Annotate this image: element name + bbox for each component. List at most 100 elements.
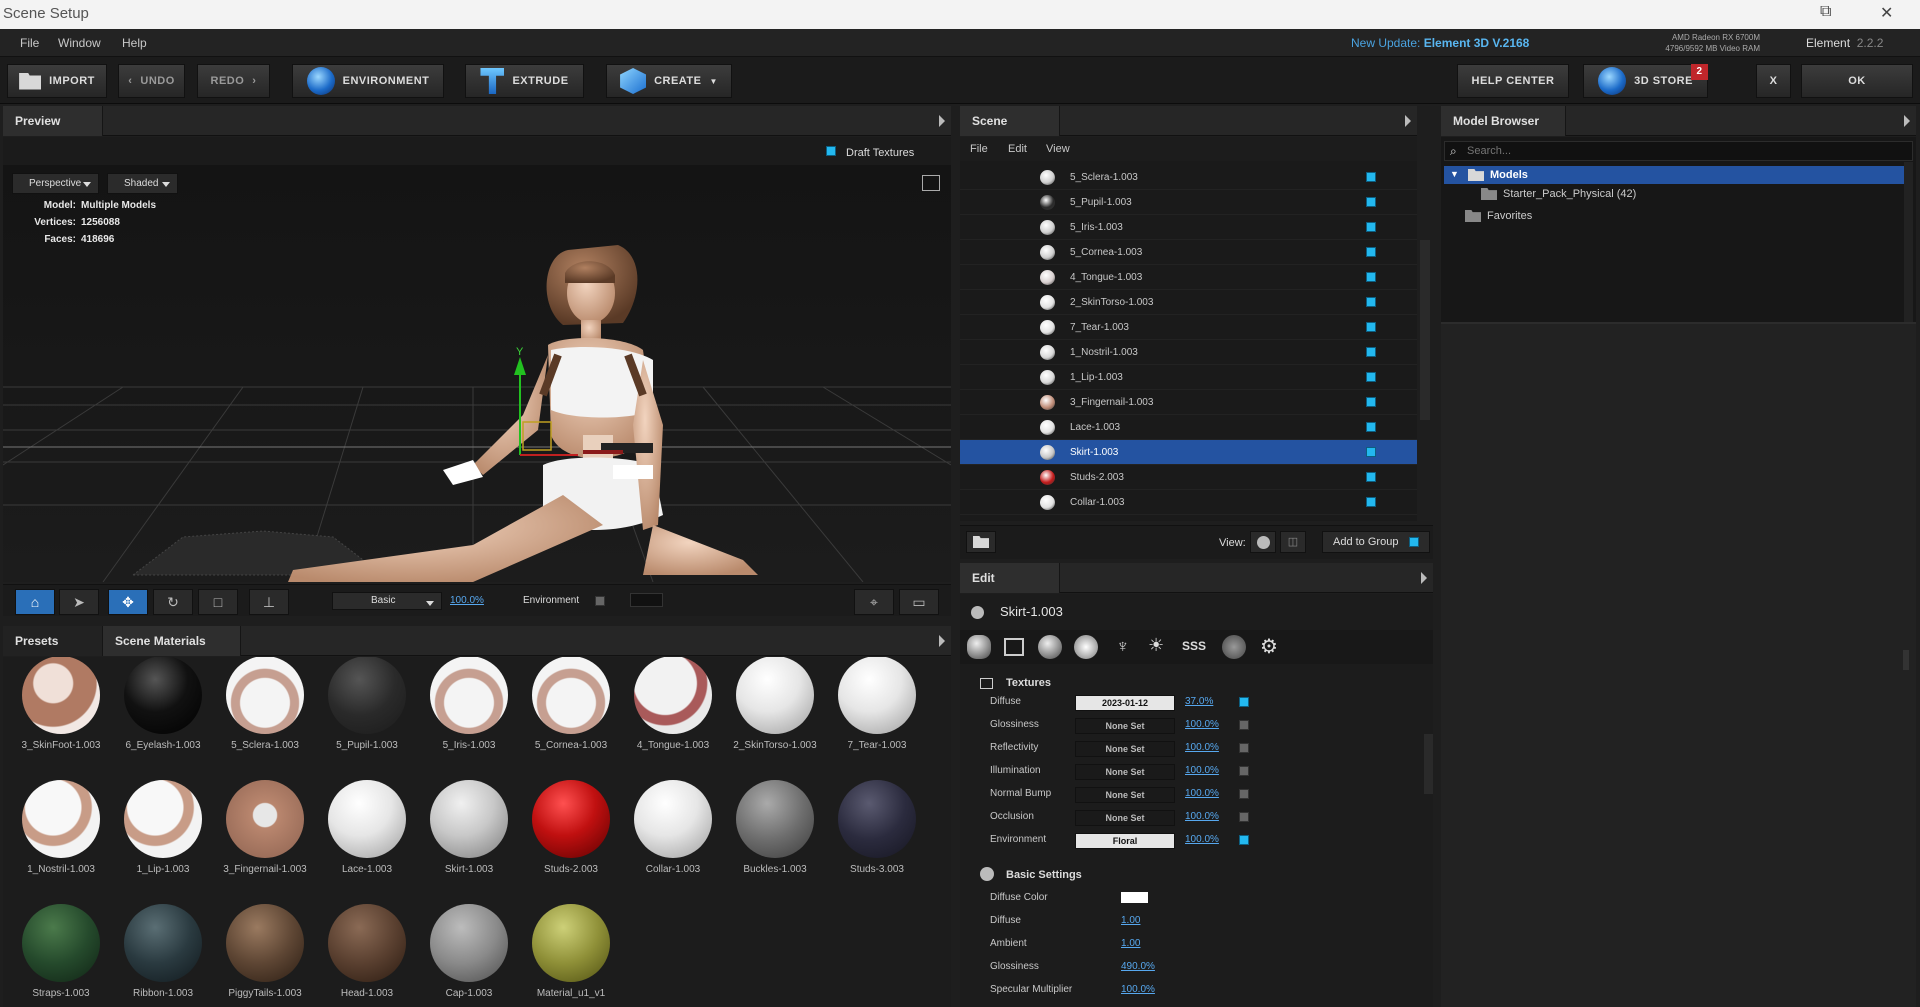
material-item[interactable]: Straps-1.003: [13, 904, 109, 999]
scene-menu-view[interactable]: View: [1046, 143, 1070, 155]
visibility-checkbox[interactable]: [1366, 397, 1376, 407]
draft-textures-checkbox[interactable]: [826, 146, 836, 156]
scene-row[interactable]: 5_Cornea-1.003: [960, 240, 1417, 265]
material-item[interactable]: Ribbon-1.003: [115, 904, 211, 999]
material-item[interactable]: 7_Tear-1.003: [829, 657, 925, 751]
rotate-tool-button[interactable]: ↻: [153, 589, 193, 615]
texture-slot[interactable]: None Set: [1075, 741, 1175, 757]
screen-button[interactable]: ▭: [899, 589, 939, 615]
diffuse-color-swatch[interactable]: [1121, 892, 1148, 903]
texture-enable-checkbox[interactable]: [1239, 743, 1249, 753]
view-sphere-button[interactable]: [1250, 531, 1276, 553]
material-item[interactable]: 1_Lip-1.003: [115, 780, 211, 875]
tab-presets[interactable]: Presets: [3, 626, 103, 656]
visibility-checkbox[interactable]: [1366, 472, 1376, 482]
material-item[interactable]: Collar-1.003: [625, 780, 721, 875]
texture-enable-checkbox[interactable]: [1239, 812, 1249, 822]
texture-percent[interactable]: 100.0%: [1185, 788, 1219, 799]
scene-scrollbar[interactable]: [1420, 240, 1430, 420]
redo-button[interactable]: REDO ›: [197, 64, 270, 98]
visibility-checkbox[interactable]: [1366, 322, 1376, 332]
texture-slot[interactable]: Floral: [1075, 833, 1175, 849]
setting-value[interactable]: 100.0%: [1121, 984, 1155, 995]
environment-button[interactable]: ENVIRONMENT: [292, 64, 444, 98]
material-item[interactable]: Head-1.003: [319, 904, 415, 999]
edit-scrollbar[interactable]: [1424, 734, 1433, 794]
material-item[interactable]: 5_Iris-1.003: [421, 657, 517, 751]
collapse-arrow-icon[interactable]: [939, 115, 945, 127]
scene-collapse-icon[interactable]: [1405, 115, 1411, 127]
material-item[interactable]: 4_Tongue-1.003: [625, 657, 721, 751]
menu-help[interactable]: Help: [122, 36, 147, 50]
scale-tool-button[interactable]: □: [198, 589, 238, 615]
scene-row[interactable]: 7_Tear-1.003: [960, 315, 1417, 340]
material-preview-icon[interactable]: [967, 635, 991, 659]
texture-slot[interactable]: None Set: [1075, 718, 1175, 734]
scene-row[interactable]: 1_Lip-1.003: [960, 365, 1417, 390]
tree-scrollbar[interactable]: [1904, 162, 1913, 322]
scene-row[interactable]: Skirt-1.003: [960, 440, 1417, 465]
visibility-checkbox[interactable]: [1366, 197, 1376, 207]
tree-expand-icon[interactable]: ▼: [1450, 169, 1459, 179]
texture-enable-checkbox[interactable]: [1239, 720, 1249, 730]
material-item[interactable]: Studs-3.003: [829, 780, 925, 875]
close-dialog-button[interactable]: X: [1756, 64, 1791, 98]
axis-tool-button[interactable]: ⊥: [249, 589, 289, 615]
material-item[interactable]: Lace-1.003: [319, 780, 415, 875]
texture-percent[interactable]: 100.0%: [1185, 742, 1219, 753]
visibility-checkbox[interactable]: [1366, 172, 1376, 182]
texture-percent[interactable]: 37.0%: [1185, 696, 1213, 707]
tab-scene-materials[interactable]: Scene Materials: [103, 626, 241, 656]
close-window-button[interactable]: ✕: [1880, 3, 1893, 23]
visibility-checkbox[interactable]: [1366, 297, 1376, 307]
visibility-checkbox[interactable]: [1366, 497, 1376, 507]
tab-model-browser[interactable]: Model Browser: [1441, 106, 1566, 136]
setting-value[interactable]: 1.00: [1121, 915, 1140, 926]
add-to-group-checkbox[interactable]: [1409, 537, 1419, 547]
visibility-checkbox[interactable]: [1366, 447, 1376, 457]
scene-menu-edit[interactable]: Edit: [1008, 143, 1027, 155]
crosshair-button[interactable]: ⌖: [854, 589, 894, 615]
visibility-checkbox[interactable]: [1366, 247, 1376, 257]
import-button[interactable]: IMPORT: [7, 64, 107, 98]
materials-collapse-icon[interactable]: [939, 635, 945, 647]
scene-row[interactable]: Lace-1.003: [960, 415, 1417, 440]
basic-settings-title[interactable]: Basic Settings: [1006, 869, 1082, 881]
tab-preview[interactable]: Preview: [3, 106, 103, 136]
material-item[interactable]: Cap-1.003: [421, 904, 517, 999]
ok-button[interactable]: OK: [1801, 64, 1913, 98]
draft-textures-toggle[interactable]: Draft Textures: [826, 146, 914, 159]
material-item[interactable]: 2_SkinTorso-1.003: [727, 657, 823, 751]
scene-row[interactable]: 1_Nostril-1.003: [960, 340, 1417, 365]
material-item[interactable]: 1_Nostril-1.003: [13, 780, 109, 875]
texture-enable-checkbox[interactable]: [1239, 766, 1249, 776]
scene-row[interactable]: 5_Pupil-1.003: [960, 190, 1417, 215]
material-item[interactable]: 5_Pupil-1.003: [319, 657, 415, 751]
restore-window-button[interactable]: ⧉: [1820, 3, 1831, 21]
environment-swatch[interactable]: [630, 593, 663, 607]
undo-button[interactable]: ‹ UNDO: [118, 64, 185, 98]
viewport[interactable]: Y Perspective Shaded Model: Multiple Mod…: [3, 165, 951, 582]
textures-title[interactable]: Textures: [1006, 677, 1051, 689]
image-icon[interactable]: [1004, 638, 1024, 656]
camera-tool-button[interactable]: ⌂: [15, 589, 55, 615]
help-center-button[interactable]: HELP CENTER: [1457, 64, 1569, 98]
globe-grid-icon[interactable]: [1222, 635, 1246, 659]
reflection-icon[interactable]: [1074, 635, 1098, 659]
create-button[interactable]: CREATE ▼: [606, 64, 732, 98]
texture-slot[interactable]: 2023-01-12: [1075, 695, 1175, 711]
texture-percent[interactable]: 100.0%: [1185, 765, 1219, 776]
search-input[interactable]: [1467, 143, 1897, 159]
select-tool-button[interactable]: ➤: [59, 589, 99, 615]
render-mode-dropdown[interactable]: Basic: [332, 592, 442, 610]
search-box[interactable]: ⌕: [1444, 141, 1913, 161]
material-item[interactable]: Material_u1_v1: [523, 904, 619, 999]
material-item[interactable]: 5_Sclera-1.003: [217, 657, 313, 751]
scene-row[interactable]: Collar-1.003: [960, 490, 1417, 515]
scene-menu-file[interactable]: File: [970, 143, 988, 155]
texture-percent[interactable]: 100.0%: [1185, 719, 1219, 730]
new-group-button[interactable]: [966, 531, 996, 553]
tab-scene[interactable]: Scene: [960, 106, 1060, 136]
shading-icon[interactable]: [1038, 635, 1062, 659]
browser-scrollbar[interactable]: [1903, 650, 1909, 670]
